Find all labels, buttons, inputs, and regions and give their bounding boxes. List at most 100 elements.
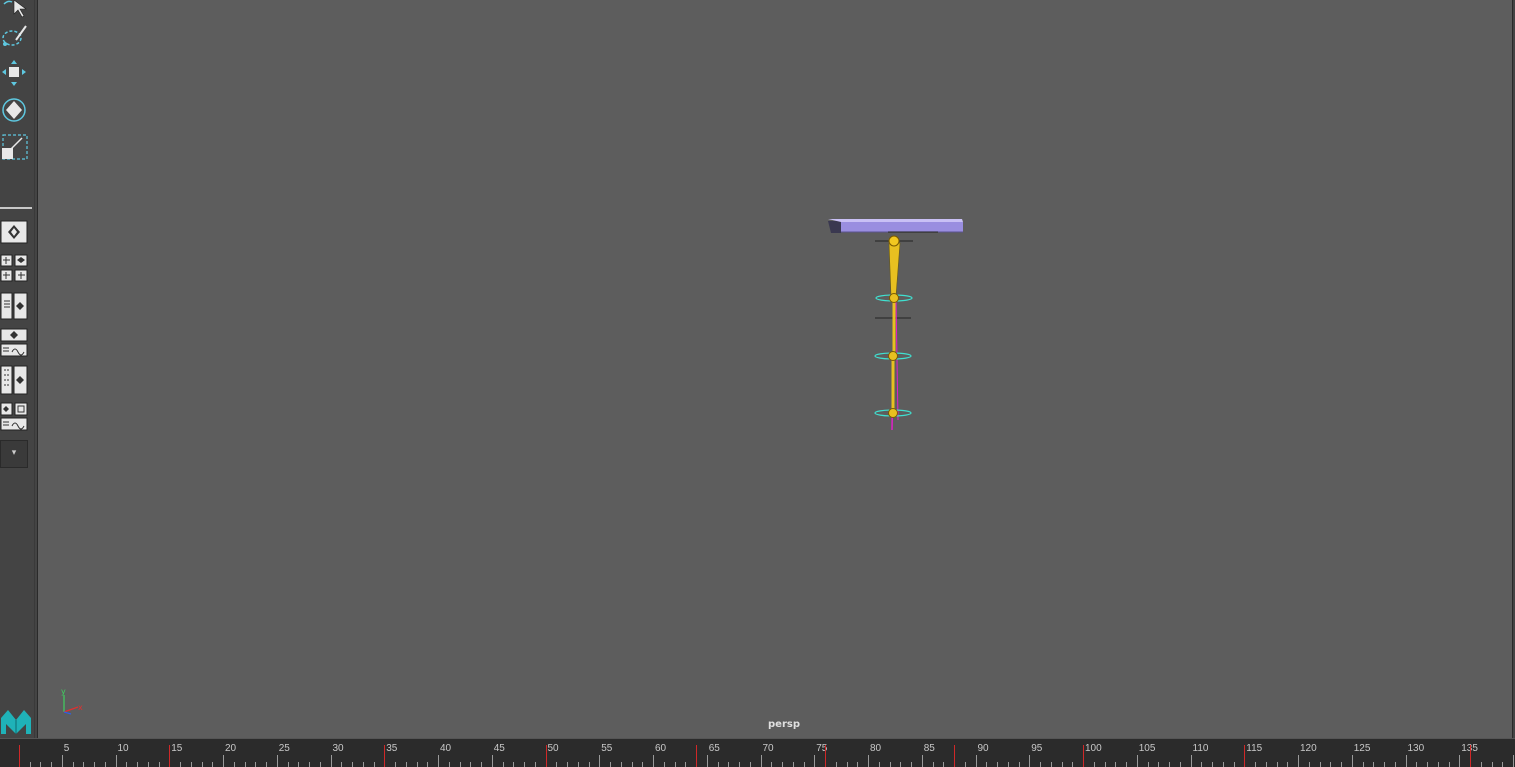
timeline-tick <box>556 762 558 767</box>
timeline-tick <box>1491 762 1493 767</box>
graph-editor-layout-icon[interactable] <box>0 328 32 358</box>
timeline-tick <box>524 762 525 767</box>
timeline-tick <box>739 762 740 767</box>
four-view-layout-icon[interactable] <box>0 254 32 284</box>
timeline-frame-label: 40 <box>440 743 452 754</box>
timeline-tick <box>1061 762 1063 767</box>
timeline-tick <box>481 762 482 767</box>
timeline-tick <box>147 762 149 767</box>
timeline-tick <box>1362 762 1364 767</box>
timeline-tick <box>588 762 590 767</box>
timeline-tick <box>878 762 880 767</box>
timeline-frame-label: 70 <box>762 743 774 754</box>
timeline-frame-label: 100 <box>1085 743 1102 754</box>
hypershade-layout-icon[interactable] <box>0 365 32 395</box>
toolbox-separator <box>0 207 32 209</box>
timeline-tick <box>373 762 375 767</box>
timeline-tick <box>502 762 504 767</box>
timeline-tick <box>846 762 848 767</box>
timeline-tick <box>1437 762 1439 767</box>
timeline-tick <box>728 762 730 767</box>
timeline-frame-label: 60 <box>655 743 667 754</box>
timeline-tick <box>94 762 95 767</box>
timeline-tick <box>685 762 687 767</box>
timeline-tick <box>943 762 945 767</box>
view-axis-gizmo: y x <box>61 687 83 715</box>
timeline-tick <box>1072 762 1074 767</box>
timeline-keyframe-marker[interactable] <box>825 745 826 767</box>
timeline-tick <box>115 755 117 767</box>
scale-tool-icon[interactable] <box>0 132 32 162</box>
timeline-tick <box>51 762 52 767</box>
perspective-viewport[interactable]: y x persp <box>37 0 1513 738</box>
platform-mesh <box>828 219 963 233</box>
timeline-frame-label: 110 <box>1192 743 1209 754</box>
timeline-keyframe-marker[interactable] <box>169 745 171 767</box>
timeline-tick <box>223 755 224 767</box>
timeline-tick <box>1040 762 1041 767</box>
outliner-layout-icon[interactable] <box>0 292 32 320</box>
timeline-tick <box>212 762 214 767</box>
timeline-tick <box>40 762 42 767</box>
timeline-tick <box>158 762 160 767</box>
timeline-frame-label: 85 <box>923 743 935 754</box>
timeline-tick <box>1255 762 1256 767</box>
move-tool-icon[interactable] <box>0 58 32 88</box>
scene-canvas: y x <box>61 219 963 715</box>
timeline-tick <box>1212 762 1213 767</box>
timeline-frame-label: 30 <box>332 743 344 754</box>
timeline-tick <box>1104 762 1106 767</box>
timeline-tick <box>631 762 633 767</box>
timeline-tick <box>341 762 343 767</box>
timeline-tick <box>911 762 912 767</box>
timeline-tick <box>1448 762 1450 767</box>
timeline-tick <box>921 755 923 767</box>
timeline-tick <box>577 762 579 767</box>
timeline-tick <box>1319 762 1321 767</box>
timeline-tick <box>1158 762 1160 767</box>
timeline-frame-label: 55 <box>601 743 613 754</box>
timeline-tick <box>61 755 63 767</box>
custom-layout-icon[interactable] <box>0 402 32 432</box>
timeline-tick <box>319 762 321 767</box>
timeline-tick <box>201 762 203 767</box>
timeline-frame-label: 10 <box>117 743 129 754</box>
timeline-tick <box>599 755 601 767</box>
timeline-frame-label: 50 <box>547 743 559 754</box>
timeline-keyframe-marker[interactable] <box>384 745 386 767</box>
timeline-tick <box>706 755 708 767</box>
timeline-tick <box>857 762 859 767</box>
timeline-keyframe-marker[interactable] <box>954 745 955 767</box>
timeline-tick <box>448 762 450 767</box>
single-view-layout-icon[interactable] <box>0 220 32 244</box>
time-slider[interactable]: 5 10 15 20 25 30 35 40 45 50 55 60 65 70 75 80 85 90 95 100… <box>0 738 1515 767</box>
timeline-tick <box>1018 762 1020 767</box>
timeline-keyframe-marker[interactable] <box>18 745 20 767</box>
timeline-tick <box>1308 762 1310 767</box>
timeline-keyframe-marker[interactable] <box>545 745 547 767</box>
select-tool-icon[interactable] <box>0 0 32 18</box>
timeline-tick <box>835 762 837 767</box>
timeline-keyframe-marker[interactable] <box>1470 745 1471 767</box>
timeline-tick <box>1384 762 1385 767</box>
timeline-tick <box>1480 762 1482 767</box>
toolbox-expand-button[interactable]: ▾ <box>0 440 28 468</box>
timeline-tick <box>1126 762 1127 767</box>
timeline-keyframe-marker[interactable] <box>696 745 697 767</box>
timeline-frame-label: 120 <box>1300 743 1317 754</box>
timeline-tick <box>513 762 515 767</box>
timeline-tick <box>126 762 128 767</box>
timeline-keyframe-marker[interactable] <box>1244 745 1246 767</box>
skeleton-joint-chain <box>874 235 913 431</box>
timeline-tick <box>932 762 934 767</box>
timeline-frame-label: 80 <box>870 743 882 754</box>
timeline-tick <box>244 762 246 767</box>
timeline-tick <box>1115 762 1117 767</box>
timeline-frame-label: 115 <box>1246 743 1263 754</box>
timeline-keyframe-marker[interactable] <box>1083 745 1084 767</box>
timeline-tick <box>1298 755 1299 767</box>
timeline-tick <box>975 755 977 767</box>
timeline-tick <box>814 755 816 767</box>
lasso-tool-icon[interactable] <box>0 22 32 50</box>
rotate-tool-icon[interactable] <box>0 95 32 125</box>
